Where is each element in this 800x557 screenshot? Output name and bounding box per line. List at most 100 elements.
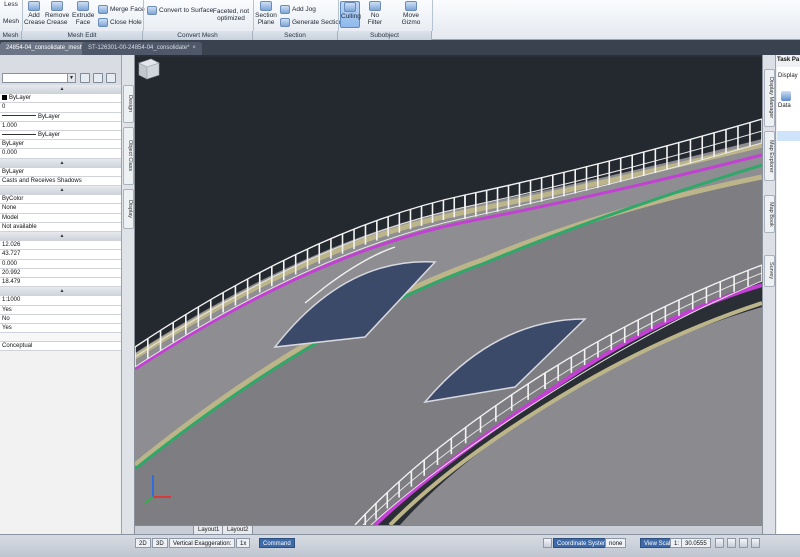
move-gizmo-button[interactable]: Move Gizmo — [394, 1, 428, 26]
property-value[interactable]: ByColor — [0, 195, 122, 205]
property-value[interactable]: 1.000 — [0, 121, 122, 131]
tab-label: ST-126301-00-24854-04_consolidate* — [88, 45, 190, 51]
coordinate-icon[interactable] — [543, 538, 552, 548]
layer-row-selected[interactable] — [777, 131, 800, 141]
properties-toolbar: ▼ — [0, 55, 122, 85]
remove-crease-button[interactable]: Remove Crease — [45, 1, 69, 26]
selection-dropdown[interactable]: ▼ — [2, 73, 76, 83]
property-category[interactable]: ▲ — [0, 186, 122, 196]
mode-2d-button[interactable]: 2D — [135, 538, 151, 548]
tab-consolidate[interactable]: ST-126301-00-24854-04_consolidate* × — [82, 42, 202, 55]
merge-face-button[interactable]: Merge Face — [98, 5, 145, 14]
exaggeration-dropdown[interactable]: 1x — [236, 538, 251, 548]
property-value[interactable]: Not available — [0, 222, 122, 232]
property-value[interactable]: 0.000 — [0, 149, 122, 159]
property-text: Yes — [2, 306, 12, 313]
close-icon[interactable]: × — [192, 42, 196, 55]
lock-icon[interactable] — [715, 538, 724, 548]
property-text: 0.000 — [2, 260, 18, 267]
property-text: ByLayer — [38, 113, 61, 120]
tab-survey[interactable]: Survey — [764, 255, 775, 287]
viewcube-icon[interactable] — [135, 57, 161, 81]
hardware-icon[interactable] — [727, 538, 736, 548]
color-swatch — [2, 95, 7, 101]
property-value[interactable]: 12.026 — [0, 241, 122, 251]
property-value[interactable]: None — [0, 204, 122, 214]
filter-icon — [369, 1, 381, 11]
tab-object-class[interactable]: Object Class — [123, 127, 134, 185]
isolate-icon[interactable] — [739, 538, 748, 548]
property-category[interactable]: ▲ — [0, 85, 122, 95]
move-gizmo-label: Move Gizmo — [401, 12, 421, 26]
property-value[interactable]: ByLayer — [0, 112, 122, 122]
mesh-button[interactable]: Mesh — [1, 18, 21, 25]
vertical-exaggeration-label: Vertical Exaggeration: — [169, 538, 236, 548]
property-category[interactable]: ▲ — [0, 287, 122, 297]
ribbon-separator — [143, 0, 144, 31]
faceted-dropdown[interactable]: Faceted, not optimized — [210, 8, 252, 22]
property-text: ByLayer — [2, 141, 25, 148]
data-button[interactable]: Data — [778, 103, 791, 109]
select-objects-icon[interactable] — [93, 73, 103, 83]
toggle-pickadd-icon[interactable] — [80, 73, 90, 83]
property-category[interactable]: ▲ — [0, 232, 122, 242]
move-gizmo-icon — [405, 1, 417, 11]
property-value[interactable]: 43.727 — [0, 250, 122, 260]
tab-display-manager[interactable]: Display Manager — [764, 69, 775, 127]
property-value[interactable]: ByLayer — [0, 94, 122, 104]
ribbon: Less Mesh Add Crease Remove Crease Extru… — [0, 0, 800, 40]
scale-number-field[interactable]: 30.0555 — [681, 538, 711, 548]
property-value[interactable]: Yes — [0, 323, 122, 334]
property-text: Conceptual — [2, 343, 33, 350]
property-text: 43.727 — [2, 251, 21, 258]
property-value[interactable] — [0, 333, 122, 343]
convert-to-surface-button[interactable]: Convert to Surface — [147, 6, 213, 15]
property-value[interactable]: 0 — [0, 103, 122, 113]
property-value[interactable]: 20.992 — [0, 268, 122, 278]
panel-convert-mesh[interactable]: Convert Mesh — [143, 31, 253, 40]
less-label: Less — [4, 1, 18, 8]
property-value[interactable]: 18.479 — [0, 277, 122, 288]
property-value[interactable]: Yes — [0, 305, 122, 315]
quick-select-icon[interactable] — [106, 73, 116, 83]
no-filter-button[interactable]: No Filter — [363, 1, 387, 26]
mode-3d-button[interactable]: 3D — [152, 538, 168, 548]
property-text: ▲ — [59, 233, 65, 239]
merge-face-icon — [98, 5, 108, 14]
command-button[interactable]: Command — [259, 538, 295, 548]
property-value[interactable]: ByLayer — [0, 167, 122, 177]
property-value[interactable]: ByLayer — [0, 130, 122, 141]
section-plane-button[interactable]: Section Plane — [255, 1, 277, 26]
task-pane: Display Manager Map Explorer Map Book Su… — [762, 55, 800, 534]
generate-section-button[interactable]: Generate Section — [280, 18, 343, 27]
add-crease-button[interactable]: Add Crease — [24, 1, 45, 26]
property-value[interactable]: Casts and Receives Shadows — [0, 176, 122, 187]
clean-screen-icon[interactable] — [751, 538, 760, 548]
property-text: No — [2, 315, 10, 322]
property-value[interactable]: 0.000 — [0, 259, 122, 269]
panel-mesh-edit[interactable]: Mesh Edit — [22, 31, 143, 40]
tab-design[interactable]: Design — [123, 85, 134, 123]
chevron-down-icon[interactable]: ▼ — [67, 74, 75, 82]
property-value[interactable]: Model — [0, 213, 122, 223]
tab-display[interactable]: Display — [123, 189, 134, 229]
less-button[interactable]: Less — [1, 1, 21, 8]
culling-button[interactable]: Culling — [340, 1, 361, 28]
property-value[interactable]: ByLayer — [0, 140, 122, 150]
property-category[interactable]: ▲ — [0, 158, 122, 168]
panel-section[interactable]: Section — [253, 31, 338, 40]
section-plane-label: Section Plane — [255, 12, 277, 26]
tab-map-explorer[interactable]: Map Explorer — [764, 131, 775, 181]
extrude-face-button[interactable]: Extrude Face — [72, 1, 94, 26]
panel-subobject[interactable]: Subobject — [338, 31, 432, 40]
property-value[interactable]: 1:1000 — [0, 296, 122, 306]
data-icon[interactable] — [781, 91, 791, 101]
property-value[interactable]: No — [0, 314, 122, 324]
drawing-viewport[interactable] — [135, 57, 762, 525]
coordinate-system-button[interactable]: Coordinate System — [553, 538, 613, 548]
tab-map-book[interactable]: Map Book — [764, 195, 775, 233]
add-jog-button[interactable]: Add Jog — [280, 5, 316, 14]
property-value[interactable]: Conceptual — [0, 342, 122, 352]
close-hole-button[interactable]: Close Hole — [98, 18, 142, 27]
coordinate-dropdown[interactable]: none — [605, 538, 627, 548]
